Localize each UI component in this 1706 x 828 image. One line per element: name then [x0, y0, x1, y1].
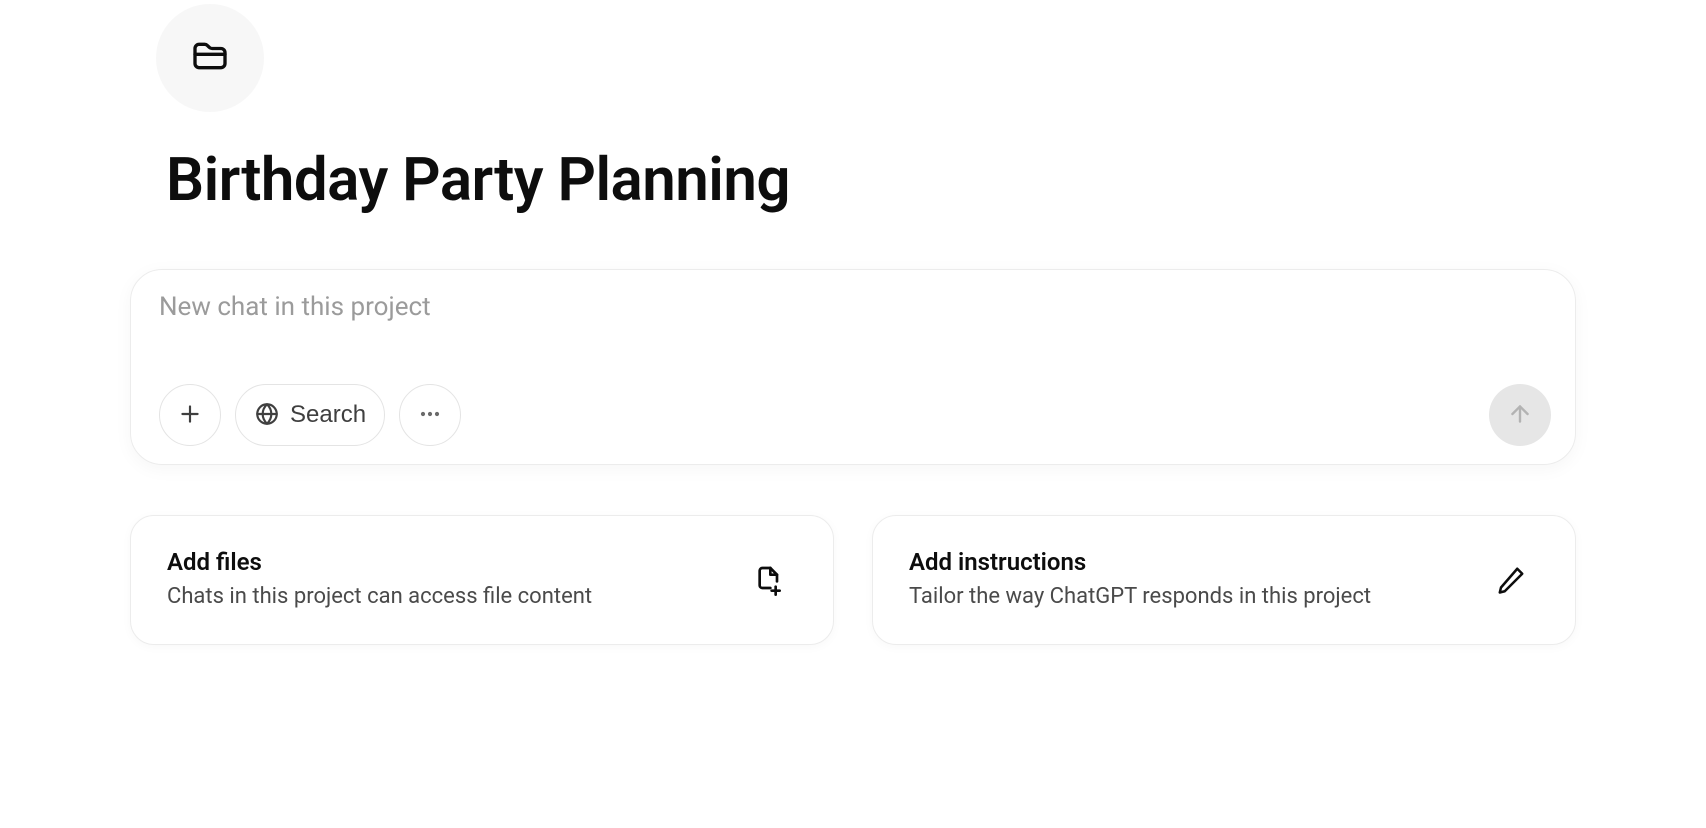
- send-button[interactable]: [1489, 384, 1551, 446]
- action-cards-row: Add files Chats in this project can acce…: [130, 515, 1576, 645]
- add-files-card[interactable]: Add files Chats in this project can acce…: [130, 515, 834, 645]
- arrow-up-icon: [1507, 401, 1533, 430]
- project-icon-wrap: [156, 4, 1576, 112]
- chat-input-box[interactable]: New chat in this project: [130, 269, 1576, 465]
- file-plus-icon: [741, 552, 797, 608]
- add-files-text: Add files Chats in this project can acce…: [167, 548, 741, 612]
- add-instructions-card[interactable]: Add instructions Tailor the way ChatGPT …: [872, 515, 1576, 645]
- search-button[interactable]: Search: [235, 384, 385, 446]
- page-title: Birthday Party Planning: [166, 144, 1576, 215]
- plus-icon: [177, 401, 203, 430]
- project-folder-badge: [156, 4, 264, 112]
- pencil-icon: [1483, 552, 1539, 608]
- add-attachment-button[interactable]: [159, 384, 221, 446]
- more-options-button[interactable]: [399, 384, 461, 446]
- chat-input-area[interactable]: New chat in this project: [159, 292, 1551, 384]
- more-horizontal-icon: [416, 400, 444, 431]
- search-button-label: Search: [290, 401, 366, 429]
- add-files-title: Add files: [167, 548, 721, 576]
- add-instructions-title: Add instructions: [909, 548, 1463, 576]
- chat-toolbar: Search: [159, 384, 1551, 446]
- add-instructions-text: Add instructions Tailor the way ChatGPT …: [909, 548, 1483, 612]
- project-page: Birthday Party Planning New chat in this…: [0, 4, 1706, 645]
- chat-input-placeholder: New chat in this project: [159, 292, 431, 322]
- folder-icon: [190, 36, 230, 80]
- globe-icon: [254, 401, 280, 430]
- add-files-desc: Chats in this project can access file co…: [167, 582, 721, 612]
- add-instructions-desc: Tailor the way ChatGPT responds in this …: [909, 582, 1463, 612]
